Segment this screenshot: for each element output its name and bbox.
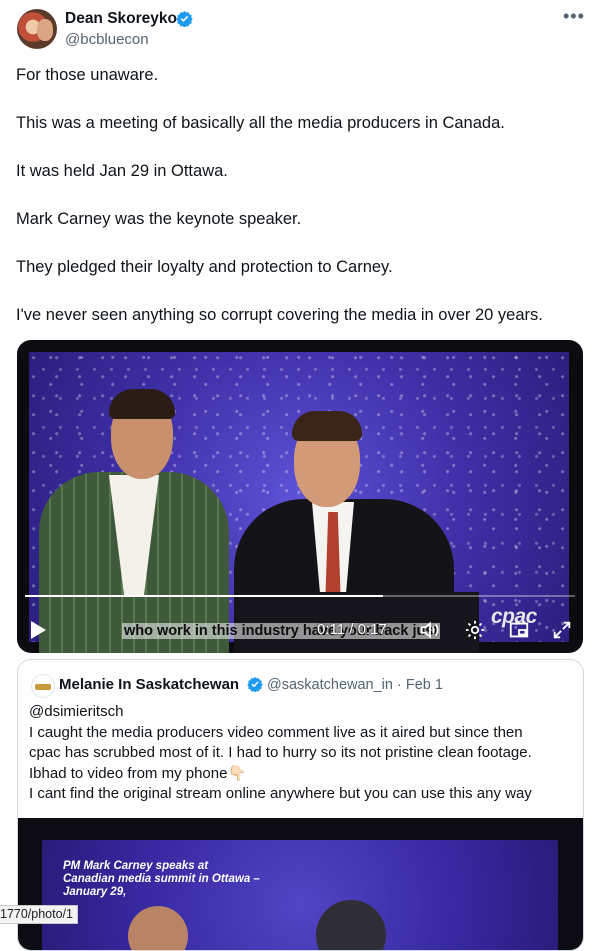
- author-display-name[interactable]: Dean Skoreyko: [65, 10, 177, 28]
- tweet-line: Mark Carney was the keynote speaker.: [16, 210, 302, 228]
- quoted-video-banner: PM Mark Carney speaks at Canadian media …: [63, 860, 260, 898]
- tweet-line: They pledged their loyalty and protectio…: [16, 258, 393, 276]
- video-time: 0:11 / 0:17: [317, 621, 387, 638]
- author-avatar[interactable]: [17, 9, 57, 49]
- quoted-author-handle-date[interactable]: @saskatchewan_in · Feb 1: [267, 677, 443, 693]
- video-progress-fill: [25, 595, 383, 597]
- quoted-line: I cant find the original stream online a…: [29, 785, 532, 802]
- quoted-tweet[interactable]: Melanie In Saskatchewan @saskatchewan_in…: [17, 659, 584, 951]
- verified-badge-icon: [247, 677, 263, 692]
- quoted-line[interactable]: @dsimieritsch: [29, 702, 532, 723]
- miniplayer-icon[interactable]: [508, 619, 530, 641]
- status-bar-url: 1770/photo/1: [0, 905, 78, 924]
- tweet-line: I've never seen anything so corrupt cove…: [16, 306, 543, 324]
- quoted-video[interactable]: PM Mark Carney speaks at Canadian media …: [18, 818, 583, 950]
- quoted-tweet-text: @dsimieritsch I caught the media produce…: [29, 702, 532, 805]
- quoted-author-name[interactable]: Melanie In Saskatchewan: [59, 676, 239, 693]
- video-player[interactable]: cpac who work in this industry have your…: [17, 340, 583, 653]
- quoted-line: cpac has scrubbed most of it. I had to h…: [29, 744, 532, 761]
- verified-badge-icon: [176, 11, 193, 27]
- speaker-left: [39, 387, 229, 653]
- quoted-author-avatar[interactable]: [31, 674, 55, 698]
- more-options-icon[interactable]: •••: [563, 7, 585, 25]
- tweet: Dean Skoreyko @bcbluecon ••• For those u…: [0, 0, 601, 951]
- tweet-line: For those unaware.: [16, 66, 159, 84]
- volume-icon[interactable]: [419, 619, 441, 641]
- quoted-line: I caught the media producers video comme…: [29, 723, 523, 741]
- play-icon[interactable]: [31, 621, 46, 639]
- video-caption: who work in this industry have your back…: [122, 623, 441, 639]
- quoted-line: Ibhad to video from my phone👇🏻: [29, 764, 247, 782]
- video-frame: cpac: [29, 352, 569, 653]
- author-handle[interactable]: @bcbluecon: [65, 31, 149, 48]
- tweet-line: This was a meeting of basically all the …: [16, 114, 505, 132]
- tweet-line: It was held Jan 29 in Ottawa.: [16, 162, 228, 180]
- fullscreen-icon[interactable]: [551, 619, 573, 641]
- video-progress-bar[interactable]: [25, 595, 575, 597]
- settings-icon[interactable]: [464, 619, 486, 641]
